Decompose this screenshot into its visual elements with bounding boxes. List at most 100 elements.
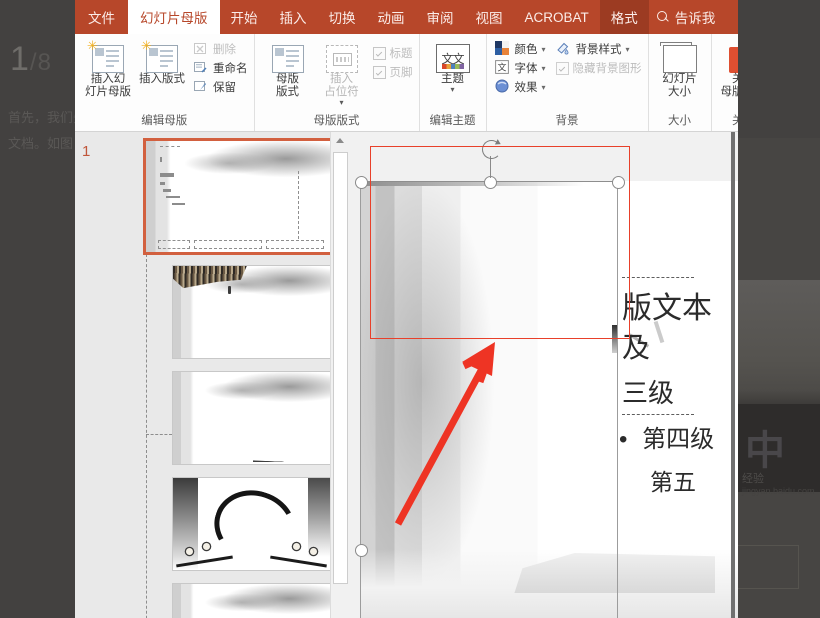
theme-effects-label: 效果 (515, 79, 538, 95)
annotation-arrow-icon (394, 332, 514, 528)
tab-review[interactable]: 审阅 (416, 0, 465, 34)
group-label-edit-theme: 编辑主题 (420, 111, 486, 131)
ribbon-group-edit-master: ✳ 插入幻 灯片母版 ✳ 插入版 (75, 34, 255, 131)
ribbon: ✳ 插入幻 灯片母版 ✳ 插入版 (75, 34, 738, 132)
placeholder-level-1-text: 版文本 (622, 292, 712, 325)
canvas-right-edge (731, 132, 735, 618)
work-area: 1 (75, 132, 738, 618)
ribbon-group-background: 颜色 ▾ 文 字体 ▾ 效果 (487, 34, 649, 131)
slide-number-label: 1 (82, 143, 90, 160)
powerpoint-window: 文件 幻灯片母版 开始 插入 切换 动画 审阅 视图 ACROBAT 格式 告诉… (75, 0, 738, 618)
insert-placeholder-icon (326, 41, 358, 73)
theme-icon: 文文 (436, 41, 470, 73)
thumbnail-slide-3[interactable] (173, 372, 330, 464)
chevron-down-icon: ▾ (542, 64, 546, 73)
slide-thumbnail-pane[interactable]: 1 (75, 132, 330, 618)
scroll-up-arrow-icon[interactable] (331, 132, 349, 149)
placeholder-level-3[interactable]: 三级 (622, 373, 674, 410)
thumbnail-pane-scrollbar[interactable] (330, 132, 349, 618)
tab-insert[interactable]: 插入 (269, 0, 318, 34)
placeholder-guide-top (622, 277, 694, 278)
checkbox-footer-label: 页脚 (390, 64, 413, 80)
ribbon-group-master-layout: 母版 版式 插入 占位符 ▾ 标题 页脚 (255, 34, 420, 131)
group-label-background: 背景 (487, 111, 648, 131)
background-watermark-big: 中 (745, 418, 788, 476)
group-label-size: 大小 (649, 111, 711, 131)
checkbox-icon (373, 66, 386, 79)
master-layout-icon (272, 41, 304, 73)
thumbnail-slide-1[interactable] (146, 141, 330, 252)
tab-format[interactable]: 格式 (600, 0, 649, 34)
page-counter-current: 1 (10, 40, 30, 78)
master-layout-button[interactable]: 母版 版式 (261, 39, 315, 101)
delete-master-button[interactable]: 删除 (193, 41, 248, 57)
checkbox-footer[interactable]: 页脚 (373, 64, 413, 80)
insert-placeholder-label: 插入 占位符 (324, 73, 359, 99)
placeholder-level-1[interactable]: 版文本 (622, 283, 712, 327)
tab-file[interactable]: 文件 (75, 0, 128, 34)
preserve-icon (193, 79, 209, 95)
checkbox-icon (556, 62, 569, 75)
tab-acrobat[interactable]: ACROBAT (514, 0, 600, 34)
delete-icon (193, 41, 209, 57)
annotation-rectangle (370, 146, 630, 339)
background-watermark-url: jingyan.baidu.com (742, 486, 815, 496)
thumbnail-slide-2[interactable] (173, 266, 330, 358)
rename-master-label: 重命名 (213, 60, 248, 76)
slide-editing-canvas[interactable]: 版文本 及 三级 • 第四级 第五 (349, 132, 738, 618)
rename-icon (193, 60, 209, 76)
rename-master-button[interactable]: 重命名 (193, 60, 248, 76)
placeholder-level-5[interactable]: 第五 (650, 463, 696, 497)
tab-animations[interactable]: 动画 (367, 0, 416, 34)
scrollbar-thumb[interactable] (333, 152, 348, 584)
chevron-down-icon: ▾ (450, 86, 454, 93)
group-label-close: 关闭 (712, 111, 738, 131)
ribbon-group-size: 幻灯片 大小 大小 (649, 34, 712, 131)
ribbon-group-close: ✕ 关闭 母版视图 关闭 (712, 34, 738, 131)
tab-slide-master[interactable]: 幻灯片母版 (128, 0, 220, 34)
background-watermark-small: 经验 (742, 470, 764, 486)
placeholder-level-4-text: 第四级 (642, 426, 714, 453)
tab-view[interactable]: 视图 (465, 0, 514, 34)
search-icon (657, 11, 670, 24)
selection-handle-bottom-left[interactable] (355, 544, 368, 557)
svg-text:文: 文 (497, 62, 506, 74)
background-lower-box (737, 545, 799, 589)
hide-background-graphics-checkbox[interactable]: 隐藏背景图形 (556, 60, 642, 76)
tab-transitions[interactable]: 切换 (318, 0, 367, 34)
background-styles-button[interactable]: 背景样式 ▾ (556, 41, 642, 57)
slide-size-button[interactable]: 幻灯片 大小 (655, 39, 705, 101)
selection-handle-top-left[interactable] (355, 176, 368, 189)
colors-icon (495, 41, 511, 57)
thumbnail-slide-5[interactable] (173, 584, 330, 618)
ribbon-group-edit-theme: 文文 主题 ▾ 编辑主题 (420, 34, 487, 131)
insert-slide-master-button[interactable]: ✳ 插入幻 灯片母版 (81, 39, 135, 101)
background-styles-label: 背景样式 (576, 41, 622, 57)
placeholder-level-4[interactable]: • 第四级 (619, 419, 714, 454)
theme-effects-button[interactable]: 效果 ▾ (495, 79, 546, 95)
insert-layout-label: 插入版式 (139, 73, 185, 86)
insert-slide-master-label: 插入幻 灯片母版 (85, 73, 131, 99)
placeholder-guide-bottom (622, 414, 694, 415)
chevron-down-icon: ▾ (542, 45, 546, 54)
theme-colors-button[interactable]: 颜色 ▾ (495, 41, 546, 57)
group-label-master-layout: 母版版式 (255, 111, 419, 131)
insert-placeholder-button[interactable]: 插入 占位符 ▾ (315, 39, 369, 108)
close-master-view-button[interactable]: ✕ 关闭 母版视图 (718, 39, 738, 101)
page-counter: 1/8 (10, 40, 52, 79)
preserve-master-button[interactable]: 保留 (193, 79, 248, 95)
theme-fonts-button[interactable]: 文 字体 ▾ (495, 60, 546, 76)
checkbox-title[interactable]: 标题 (373, 45, 413, 61)
theme-button[interactable]: 文文 主题 ▾ (426, 39, 480, 95)
insert-layout-button[interactable]: ✳ 插入版式 (135, 39, 189, 88)
chevron-down-icon: ▾ (339, 99, 343, 106)
tell-me-box[interactable]: 告诉我 (649, 0, 724, 34)
slide-size-label: 幻灯片 大小 (662, 73, 697, 99)
close-master-view-label: 关闭 母版视图 (721, 73, 738, 99)
tab-home[interactable]: 开始 (220, 0, 269, 34)
delete-master-label: 删除 (213, 41, 236, 57)
group-label-edit-master: 编辑母版 (75, 111, 254, 131)
placeholder-level-3-text: 三级 (622, 378, 674, 408)
thumbnail-slide-4[interactable] (173, 478, 330, 570)
ribbon-tab-strip: 文件 幻灯片母版 开始 插入 切换 动画 审阅 视图 ACROBAT 格式 告诉… (75, 0, 738, 34)
